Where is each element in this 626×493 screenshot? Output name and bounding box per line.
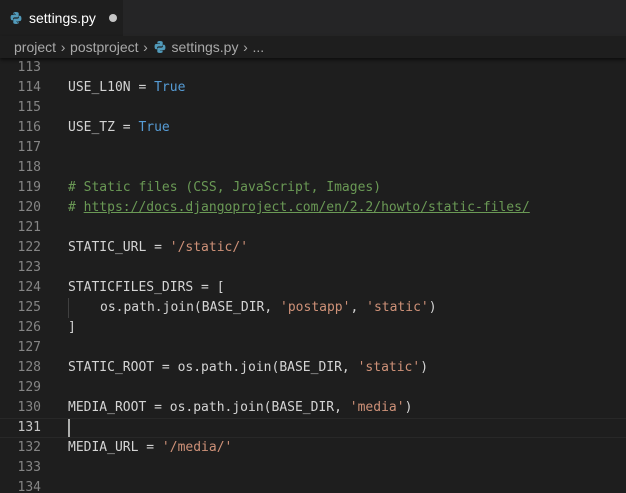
code-line-text: # Static files (CSS, JavaScript, Images)	[68, 178, 381, 198]
python-icon	[10, 12, 22, 24]
code-line-text: USE_TZ = True	[68, 118, 170, 138]
code-token: '/static/'	[169, 240, 249, 255]
code-line[interactable]: 129	[0, 378, 626, 398]
code-line[interactable]: 126]	[0, 318, 626, 338]
code-token: 'static'	[366, 300, 429, 315]
line-number: 131	[17, 420, 41, 435]
line-number: 117	[17, 140, 41, 155]
line-number: 127	[17, 340, 41, 355]
code-token: )	[420, 360, 429, 375]
breadcrumb-item-postproject[interactable]: postproject	[70, 39, 138, 55]
code-token: True	[154, 80, 186, 95]
line-number: 124	[17, 280, 41, 295]
breadcrumb-item-project[interactable]: project	[14, 39, 56, 55]
unsaved-changes-dot-icon[interactable]	[108, 14, 117, 22]
line-number: 126	[17, 320, 41, 335]
code-token: STATIC_URL =	[68, 240, 170, 255]
code-token: 'media'	[349, 400, 405, 415]
code-token: ,	[350, 300, 367, 315]
code-token: )	[428, 300, 437, 315]
line-number: 125	[17, 300, 41, 315]
code-editor[interactable]: 113 114 USE_L10N = True 115 116 USE_TZ = True…	[0, 58, 626, 493]
python-icon	[154, 41, 165, 53]
line-number: 134	[17, 480, 41, 493]
line-number: 129	[17, 380, 41, 395]
code-line[interactable]: 127	[0, 338, 626, 358]
code-line-text: USE_L10N = True	[68, 78, 185, 98]
code-line[interactable]: 123	[0, 258, 626, 278]
line-number: 114	[17, 80, 41, 95]
code-token: True	[138, 120, 170, 135]
code-token: 'static'	[357, 360, 421, 375]
line-number: 113	[17, 60, 41, 75]
code-line-text: ]	[68, 318, 76, 338]
code-line[interactable]: 124 STATICFILES_DIRS = [	[0, 278, 626, 298]
code-token: MEDIA_ROOT = os.path.join(BASE_DIR,	[68, 400, 350, 415]
code-line[interactable]: 131	[0, 418, 626, 438]
code-line[interactable]: 113	[0, 58, 626, 78]
line-number: 119	[17, 180, 41, 195]
chevron-right-icon: ›	[60, 39, 66, 55]
line-number: 123	[17, 260, 41, 275]
line-number: 128	[17, 360, 41, 375]
breadcrumb-file-label: settings.py	[171, 39, 239, 55]
code-line-text: os.path.join(BASE_DIR, 'postapp', 'stati…	[100, 298, 437, 318]
line-number: 118	[17, 160, 41, 175]
code-token: STATIC_ROOT = os.path.join(BASE_DIR,	[68, 360, 358, 375]
tab-label: settings.py	[29, 10, 96, 26]
code-token: )	[404, 400, 413, 415]
code-line-text: STATIC_ROOT = os.path.join(BASE_DIR, 'st…	[68, 358, 428, 378]
code-token: MEDIA_URL =	[68, 440, 162, 455]
tab-bar: settings.py	[0, 0, 626, 36]
code-token: #	[68, 200, 84, 215]
code-line[interactable]: 122 STATIC_URL = '/static/'	[0, 238, 626, 258]
line-number: 121	[17, 220, 41, 235]
editor-window: settings.py project › postproject › sett…	[0, 0, 626, 493]
tab-settings-py[interactable]: settings.py	[0, 0, 123, 36]
breadcrumb-item-file[interactable]: settings.py	[153, 39, 239, 55]
code-line[interactable]: 119 # Static files (CSS, JavaScript, Imag…	[0, 178, 626, 198]
line-number: 116	[17, 120, 41, 135]
code-line[interactable]: 134	[0, 478, 626, 493]
code-line[interactable]: 130 MEDIA_ROOT = os.path.join(BASE_DIR, '…	[0, 398, 626, 418]
chevron-right-icon: ›	[143, 39, 148, 55]
code-token: STATICFILES_DIRS = [	[68, 280, 225, 295]
line-number: 120	[17, 200, 41, 215]
code-line[interactable]: 114 USE_L10N = True	[0, 78, 626, 98]
line-number: 122	[17, 240, 41, 255]
line-number: 133	[17, 460, 41, 475]
code-link[interactable]: https://docs.djangoproject.com/en/2.2/ho…	[84, 200, 530, 215]
code-line[interactable]: 121	[0, 218, 626, 238]
code-line[interactable]: 132 MEDIA_URL = '/media/'	[0, 438, 626, 458]
code-line[interactable]: 120 # https://docs.djangoproject.com/en/2…	[0, 198, 626, 218]
indent-guide	[68, 298, 69, 318]
chevron-right-icon: ›	[243, 39, 248, 55]
code-line-text: MEDIA_ROOT = os.path.join(BASE_DIR, 'med…	[68, 398, 412, 418]
code-token: '/media/'	[161, 440, 233, 455]
line-number: 115	[17, 100, 41, 115]
code-line-text: # https://docs.djangoproject.com/en/2.2/…	[68, 198, 530, 218]
breadcrumb: project › postproject › settings.py › ..…	[0, 36, 626, 58]
code-line[interactable]: 118	[0, 158, 626, 178]
code-token: USE_L10N =	[68, 80, 155, 95]
code-line[interactable]: 125 os.path.join(BASE_DIR, 'postapp', 'st…	[0, 298, 626, 318]
code-line-text: STATICFILES_DIRS = [	[68, 278, 225, 298]
code-line-text: MEDIA_URL = '/media/'	[68, 438, 232, 458]
code-token: 'postapp'	[280, 300, 351, 315]
code-line[interactable]: 115	[0, 98, 626, 118]
code-line[interactable]: 128 STATIC_ROOT = os.path.join(BASE_DIR, …	[0, 358, 626, 378]
breadcrumb-ellipsis[interactable]: ...	[252, 39, 264, 55]
code-token: USE_TZ =	[68, 120, 139, 135]
code-line[interactable]: 133	[0, 458, 626, 478]
code-line[interactable]: 117	[0, 138, 626, 158]
line-number: 132	[17, 440, 41, 455]
code-token: # Static files (CSS, JavaScript, Images)	[68, 180, 382, 195]
line-number: 130	[17, 400, 41, 415]
code-token: os.path.join(BASE_DIR,	[100, 300, 281, 315]
text-cursor	[68, 419, 70, 437]
code-line[interactable]: 116 USE_TZ = True	[0, 118, 626, 138]
code-token: ]	[68, 320, 76, 335]
code-line-text: STATIC_URL = '/static/'	[68, 238, 248, 258]
